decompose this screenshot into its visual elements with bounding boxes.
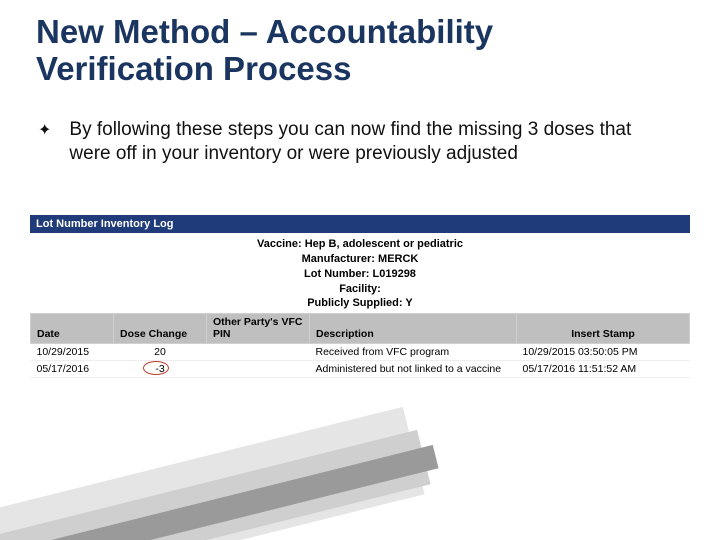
bullet-item: ✦ By following these steps you can now f… xyxy=(38,118,660,166)
meta-facility-label: Facility: xyxy=(339,283,381,295)
meta-public-label: Publicly Supplied: xyxy=(307,297,402,309)
cell-dose: -3 xyxy=(114,361,207,378)
cell-date: 05/17/2016 xyxy=(31,361,114,378)
table-row: 05/17/2016-3 Administered but not linked … xyxy=(31,361,690,378)
inventory-table: Date Dose Change Other Party's VFC PIN D… xyxy=(30,313,690,378)
slide: New Method – Accountability Verification… xyxy=(0,0,720,540)
meta-vaccine-value: Hep B, adolescent or pediatric xyxy=(305,238,463,250)
table-header-row: Date Dose Change Other Party's VFC PIN D… xyxy=(31,314,690,344)
highlight-circle-icon xyxy=(143,361,169,375)
stripe-light xyxy=(0,407,425,540)
cell-pin xyxy=(207,361,310,378)
meta-manufacturer-label: Manufacturer: xyxy=(302,253,375,265)
bullet-text: By following these steps you can now fin… xyxy=(69,118,660,166)
cell-stamp: 05/17/2016 11:51:52 AM xyxy=(517,361,690,378)
meta-vaccine-label: Vaccine: xyxy=(257,238,302,250)
meta-lot-value: L019298 xyxy=(373,268,416,280)
cell-desc: Administered but not linked to a vaccine xyxy=(310,361,517,378)
panel-meta: Vaccine: Hep B, adolescent or pediatric … xyxy=(30,233,690,313)
decorative-stripes xyxy=(0,360,440,540)
table-row: 10/29/201520 Received from VFC program10/… xyxy=(31,344,690,361)
col-pin: Other Party's VFC PIN xyxy=(207,314,310,344)
col-date: Date xyxy=(31,314,114,344)
inventory-log-screenshot: Lot Number Inventory Log Vaccine: Hep B,… xyxy=(30,215,690,378)
meta-manufacturer: Manufacturer: MERCK xyxy=(30,252,690,267)
cell-date: 10/29/2015 xyxy=(31,344,114,361)
meta-vaccine: Vaccine: Hep B, adolescent or pediatric xyxy=(30,237,690,252)
body-text: ✦ By following these steps you can now f… xyxy=(38,118,660,166)
cell-desc: Received from VFC program xyxy=(310,344,517,361)
bullet-icon: ✦ xyxy=(38,119,51,143)
cell-pin xyxy=(207,344,310,361)
stripe-dark xyxy=(0,445,439,540)
meta-public: Publicly Supplied: Y xyxy=(30,296,690,311)
col-stamp: Insert Stamp xyxy=(517,314,690,344)
meta-public-value: Y xyxy=(405,297,412,309)
meta-lot-label: Lot Number: xyxy=(304,268,369,280)
page-title: New Method – Accountability Verification… xyxy=(36,14,680,88)
cell-dose: 20 xyxy=(114,344,207,361)
panel-title-bar: Lot Number Inventory Log xyxy=(30,215,690,233)
col-dose: Dose Change xyxy=(114,314,207,344)
meta-facility: Facility: xyxy=(30,282,690,297)
col-desc: Description xyxy=(310,314,517,344)
cell-stamp: 10/29/2015 03:50:05 PM xyxy=(517,344,690,361)
meta-manufacturer-value: MERCK xyxy=(378,253,418,265)
meta-lot: Lot Number: L019298 xyxy=(30,267,690,282)
stripe-mid xyxy=(0,430,431,540)
